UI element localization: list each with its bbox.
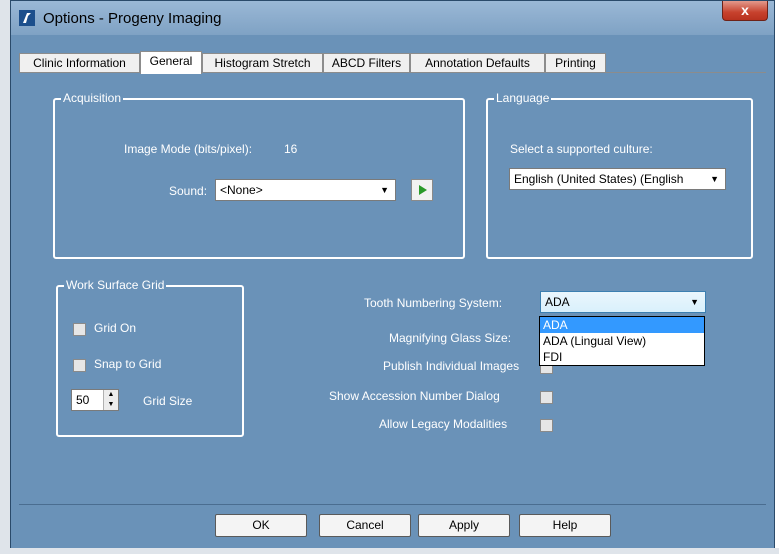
snap-to-grid-checkbox[interactable] (73, 359, 86, 372)
chevron-down-icon: ▼ (380, 185, 389, 195)
accession-dialog-checkbox[interactable] (540, 391, 553, 404)
grid-on-checkbox[interactable] (73, 323, 86, 336)
grid-size-value: 50 (76, 393, 90, 407)
image-mode-label: Image Mode (bits/pixel): (124, 142, 253, 156)
publish-images-label: Publish Individual Images (383, 359, 520, 373)
cancel-button[interactable]: Cancel (319, 514, 411, 537)
play-icon (419, 185, 427, 195)
dropdown-option-ada[interactable]: ADA (540, 317, 704, 333)
tab-annotation-defaults[interactable]: Annotation Defaults (410, 53, 545, 73)
grid-size-stepper[interactable]: 50 ▲ ▼ (71, 389, 119, 411)
general-tab-panel: Acquisition Image Mode (bits/pixel): 16 … (19, 72, 766, 501)
title-bar[interactable]: Options - Progeny Imaging x (11, 1, 774, 35)
tab-clinic-information[interactable]: Clinic Information (19, 53, 140, 73)
language-group: Language Select a supported culture: Eng… (486, 91, 753, 259)
spin-up-icon[interactable]: ▲ (104, 390, 118, 400)
tab-printing[interactable]: Printing (545, 53, 606, 73)
close-button[interactable]: x (722, 1, 768, 21)
window-title: Options - Progeny Imaging (43, 10, 222, 27)
tooth-numbering-select[interactable]: ADA ▼ (540, 291, 706, 313)
spin-down-icon[interactable]: ▼ (104, 400, 118, 410)
culture-select[interactable]: English (United States) (English ▼ (509, 168, 726, 190)
language-group-title: Language (494, 91, 552, 105)
grid-size-label: Grid Size (143, 394, 193, 408)
tooth-numbering-value: ADA (545, 295, 570, 309)
sound-select-value: <None> (220, 183, 263, 197)
sound-label: Sound: (169, 184, 208, 198)
dialog-client-area: Clinic Information General Histogram Str… (19, 35, 766, 553)
legacy-modalities-checkbox[interactable] (540, 419, 553, 432)
grid-on-label: Grid On (94, 321, 137, 335)
dropdown-option-ada-lingual[interactable]: ADA (Lingual View) (540, 333, 704, 349)
magnifying-glass-label: Magnifying Glass Size: (389, 331, 512, 345)
dropdown-option-fdi[interactable]: FDI (540, 349, 704, 365)
tab-strip: Clinic Information General Histogram Str… (19, 51, 619, 74)
help-button[interactable]: Help (519, 514, 611, 537)
work-surface-grid-group: Work Surface Grid Grid On Snap to Grid 5… (56, 278, 244, 437)
snap-to-grid-label: Snap to Grid (94, 357, 162, 371)
tab-general[interactable]: General (140, 51, 202, 74)
app-icon (19, 10, 35, 26)
play-sound-button[interactable] (411, 179, 433, 201)
tooth-numbering-label: Tooth Numbering System: (364, 296, 503, 310)
grid-group-title: Work Surface Grid (64, 278, 167, 292)
ok-button[interactable]: OK (215, 514, 307, 537)
chevron-down-icon: ▼ (690, 297, 699, 307)
apply-button[interactable]: Apply (418, 514, 510, 537)
sound-select[interactable]: <None> ▼ (215, 179, 396, 201)
grid-size-spin-buttons[interactable]: ▲ ▼ (103, 390, 118, 410)
tooth-numbering-dropdown-list: ADA ADA (Lingual View) FDI (539, 316, 705, 366)
acquisition-group-title: Acquisition (61, 91, 124, 105)
legacy-modalities-label: Allow Legacy Modalities (379, 417, 508, 431)
options-dialog: Options - Progeny Imaging x Clinic Infor… (10, 0, 775, 553)
bottom-strip (0, 548, 779, 554)
tab-abcd-filters[interactable]: ABCD Filters (323, 53, 410, 73)
tab-histogram-stretch[interactable]: Histogram Stretch (202, 53, 323, 73)
culture-prompt: Select a supported culture: (510, 142, 653, 156)
acquisition-group: Acquisition Image Mode (bits/pixel): 16 … (53, 91, 465, 259)
image-mode-value: 16 (284, 142, 298, 156)
culture-select-value: English (United States) (English (514, 172, 684, 186)
accession-dialog-label: Show Accession Number Dialog (329, 389, 500, 403)
chevron-down-icon: ▼ (710, 174, 719, 184)
footer-divider (19, 504, 766, 505)
